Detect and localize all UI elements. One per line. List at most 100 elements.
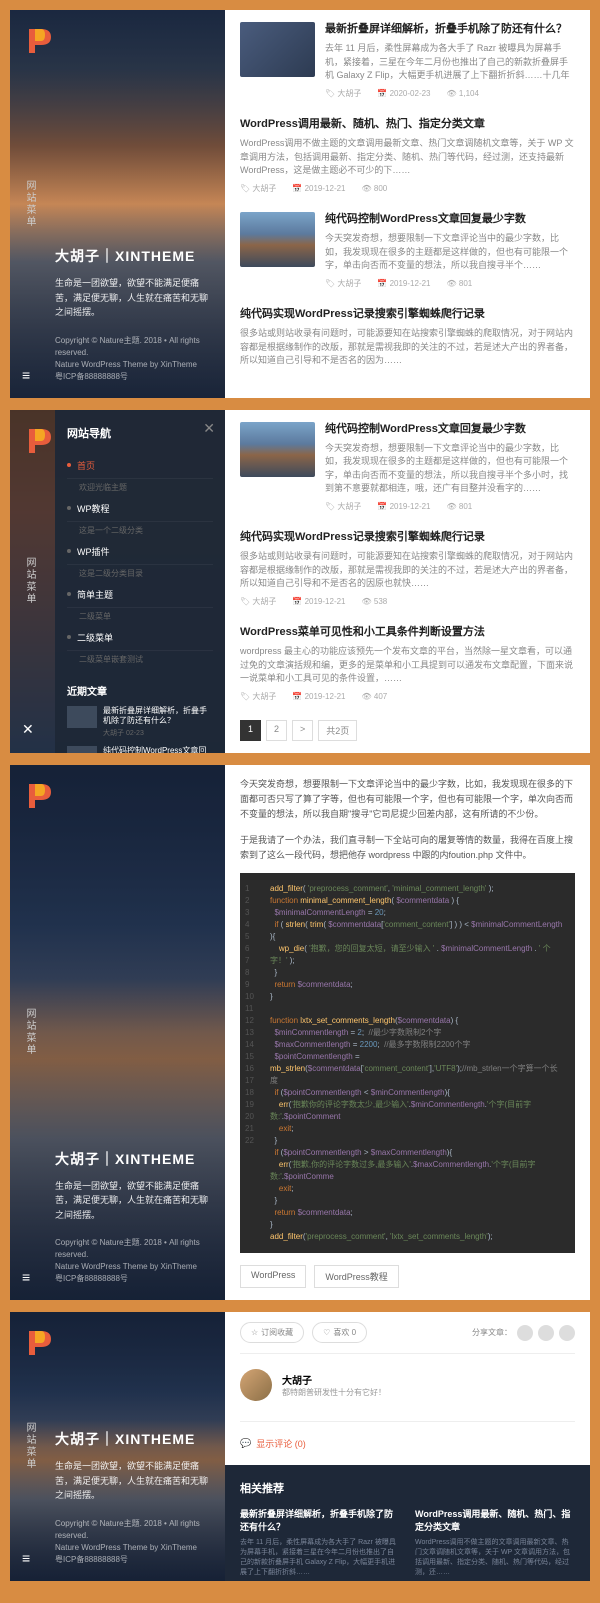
recent-heading: 近期文章 xyxy=(67,683,213,698)
copyright: Copyright © Nature主题. 2018 • All rights … xyxy=(55,335,210,383)
post-thumb xyxy=(240,212,315,267)
logo[interactable] xyxy=(25,425,57,457)
vertical-menu-label[interactable]: 网站菜单 xyxy=(22,557,37,605)
vertical-menu-label[interactable]: 网站菜单 xyxy=(22,1422,37,1470)
post-meta: 🏷 大胡子📅 2019-12-21👁 801 xyxy=(325,501,575,512)
post-item[interactable]: WordPress调用最新、随机、热门、指定分类文章 WordPress调用不做… xyxy=(240,117,575,194)
page-current[interactable]: 1 xyxy=(240,720,261,741)
nav-item[interactable]: WP插件 xyxy=(67,539,213,565)
hamburger-icon[interactable]: ≡ xyxy=(22,367,30,383)
post-excerpt: 去年 11 月后，柔性屏幕成为各大手了 Razr 被曝具为屏幕手机，紧接着，三星… xyxy=(325,42,575,83)
post-item[interactable]: 纯代码控制WordPress文章回复最少字数 今天突发奇想，想要限制一下文章评论… xyxy=(240,212,575,289)
related-heading: 相关推荐 xyxy=(240,1480,575,1496)
action-bar: ☆ 订阅收藏 ♡ 喜欢 0 分享文章： xyxy=(240,1312,575,1354)
post-title[interactable]: 纯代码控制WordPress文章回复最少字数 xyxy=(325,422,575,437)
favorite-button[interactable]: ☆ 订阅收藏 xyxy=(240,1322,304,1343)
sidebar: 网站菜单 ≡ 大胡子｜XINTHEME 生命是一团欲望，欲望不能满足便痛苦，满足… xyxy=(10,765,225,1300)
post-excerpt: 今天突发奇想，想要限制一下文章评论当中的最少字数，比如，我发现现在很多的主题都是… xyxy=(325,232,575,273)
post-excerpt: wordpress 最主心的功能应该预先一个发布文章的平台，当然除一星文章看，可… xyxy=(240,645,575,686)
sidebar: 网站菜单 ≡ 大胡子｜XINTHEME 生命是一团欲望，欲望不能满足便痛苦，满足… xyxy=(10,10,225,398)
post-title[interactable]: WordPress菜单可见性和小工具条件判断设置方法 xyxy=(240,625,575,640)
copyright: Copyright © Nature主题. 2018 • All rights … xyxy=(55,1518,210,1566)
author-box: 大胡子 都特朗普研发性十分有它好！ xyxy=(240,1369,575,1401)
vertical-menu-label[interactable]: 网站菜单 xyxy=(22,180,37,228)
post-thumb xyxy=(240,422,315,477)
post-meta: 🏷 大胡子📅 2020-02-23👁 1,104 xyxy=(325,88,575,99)
close-icon[interactable]: ✕ xyxy=(203,420,215,437)
share-qq-icon[interactable] xyxy=(559,1325,575,1341)
site-desc: 生命是一团欲望，欲望不能满足便痛苦，满足便无聊，人生就在痛苦和无聊之间摇摆。 xyxy=(55,1459,210,1502)
page-next[interactable]: > xyxy=(292,720,313,741)
paragraph: 今天突发奇想，想要限制一下文章评论当中的最少字数，比如，我发现现在很多的下面都可… xyxy=(240,777,575,823)
share-wechat-icon[interactable] xyxy=(538,1325,554,1341)
post-title[interactable]: 纯代码实现WordPress记录搜索引擎蜘蛛爬行记录 xyxy=(240,307,575,322)
close-icon[interactable]: ✕ xyxy=(22,721,34,738)
post-meta: 🏷 大胡子📅 2019-12-21👁 800 xyxy=(240,183,575,194)
share-weibo-icon[interactable] xyxy=(517,1325,533,1341)
post-meta: 🏷 大胡子📅 2019-12-21👁 801 xyxy=(325,278,575,289)
post-excerpt: 很多站或则站收录有问题时，可能源要知在站搜索引擎蜘蛛的爬取情况，对于网站内容都是… xyxy=(240,550,575,591)
main-content: 最新折叠屏详细解析，折叠手机除了防还有什么？ 去年 11 月后，柔性屏幕成为各大… xyxy=(225,10,590,398)
tag-link[interactable]: WordPress教程 xyxy=(314,1265,398,1288)
post-item[interactable]: 纯代码实现WordPress记录搜索引擎蜘蛛爬行记录 很多站或则站收录有问题时，… xyxy=(240,307,575,368)
hamburger-icon[interactable]: ≡ xyxy=(22,1269,30,1285)
post-item[interactable]: 纯代码实现WordPress记录搜索引擎蜘蛛爬行记录 很多站或则站收录有问题时，… xyxy=(240,530,575,607)
site-desc: 生命是一团欲望，欲望不能满足便痛苦，满足便无聊，人生就在痛苦和无聊之间摇摆。 xyxy=(55,1179,210,1222)
post-meta: 🏷 大胡子📅 2019-12-21👁 407 xyxy=(240,691,575,702)
main-content: 纯代码控制WordPress文章回复最少字数 今天突发奇想，想要限制一下文章评论… xyxy=(225,410,590,753)
article-footer: ☆ 订阅收藏 ♡ 喜欢 0 分享文章： 大胡子 都特朗普研发性十分有它好！ 💬 … xyxy=(225,1312,590,1580)
tag-link[interactable]: WordPress xyxy=(240,1265,306,1288)
post-item[interactable]: 最新折叠屏详细解析，折叠手机除了防还有什么？ 去年 11 月后，柔性屏幕成为各大… xyxy=(240,22,575,99)
recent-item[interactable]: 最新折叠屏详细解析，折叠手机除了防还有什么？大胡子 02-23 xyxy=(67,706,213,739)
screenshot-2: 网站菜单 ✕ ✕ 网站导航 首页 欢迎光临主题 WP教程 这是一个二级分类 WP… xyxy=(10,410,590,753)
code-block: 12345678910111213141516171819202122 add_… xyxy=(240,873,575,1253)
post-title[interactable]: WordPress调用最新、随机、热门、指定分类文章 xyxy=(240,117,575,132)
comment-toggle[interactable]: 💬 显示评论 (0) xyxy=(240,1421,575,1465)
related-item[interactable]: WordPress调用最新、随机、热门、指定分类文章 WordPress调用不做… xyxy=(415,1508,575,1577)
page-link[interactable]: 2 xyxy=(266,720,287,741)
vertical-menu-label[interactable]: 网站菜单 xyxy=(22,1008,37,1056)
site-desc: 生命是一团欲望，欲望不能满足便痛苦，满足便无聊，人生就在痛苦和无聊之间摇摆。 xyxy=(55,276,210,319)
post-title[interactable]: 最新折叠屏详细解析，折叠手机除了防还有什么？ xyxy=(325,22,575,37)
pagination: 1 2 > 共2页 xyxy=(240,720,575,741)
nav-item[interactable]: 二级菜单 xyxy=(67,625,213,651)
author-desc: 都特朗普研发性十分有它好！ xyxy=(282,1387,386,1398)
sidebar: 网站菜单 ✕ ✕ 网站导航 首页 欢迎光临主题 WP教程 这是一个二级分类 WP… xyxy=(10,410,225,753)
post-excerpt: WordPress调用不做主题的文章调用最新文章、热门文章调随机文章等，关于 W… xyxy=(240,137,575,178)
post-item[interactable]: 纯代码控制WordPress文章回复最少字数 今天突发奇想，想要限制一下文章评论… xyxy=(240,422,575,512)
nav-heading: 网站导航 xyxy=(67,425,213,441)
avatar[interactable] xyxy=(240,1369,272,1401)
share: 分享文章： xyxy=(472,1325,575,1341)
post-title[interactable]: 纯代码实现WordPress记录搜索引擎蜘蛛爬行记录 xyxy=(240,530,575,545)
post-title[interactable]: 纯代码控制WordPress文章回复最少字数 xyxy=(325,212,575,227)
site-title: 大胡子｜XINTHEME xyxy=(55,246,210,266)
logo[interactable] xyxy=(25,780,57,812)
related-posts: 相关推荐 最新折叠屏详细解析，折叠手机除了防还有什么？ 去年 11 月后，柔性屏… xyxy=(225,1465,590,1580)
post-thumb xyxy=(240,22,315,77)
screenshot-4: 网站菜单 ≡ 大胡子｜XINTHEME 生命是一团欲望，欲望不能满足便痛苦，满足… xyxy=(10,1312,590,1580)
author-name[interactable]: 大胡子 xyxy=(282,1372,386,1387)
logo[interactable] xyxy=(25,1327,57,1359)
hamburger-icon[interactable]: ≡ xyxy=(22,1550,30,1566)
tags: WordPress WordPress教程 xyxy=(240,1265,575,1288)
page-total: 共2页 xyxy=(318,720,357,741)
nav-item-home[interactable]: 首页 xyxy=(67,453,213,479)
copyright: Copyright © Nature主题. 2018 • All rights … xyxy=(55,1237,210,1285)
site-title: 大胡子｜XINTHEME xyxy=(55,1149,210,1169)
nav-item[interactable]: 简单主题 xyxy=(67,582,213,608)
related-item[interactable]: 最新折叠屏详细解析，折叠手机除了防还有什么？ 去年 11 月后，柔性屏幕成为各大… xyxy=(240,1508,400,1577)
nav-item[interactable]: WP教程 xyxy=(67,496,213,522)
post-excerpt: 今天突发奇想，想要限制一下文章评论当中的最少字数，比如，我发现现在很多的主题都是… xyxy=(325,442,575,496)
site-title: 大胡子｜XINTHEME xyxy=(55,1429,210,1449)
article-content: 今天突发奇想，想要限制一下文章评论当中的最少字数，比如，我发现现在很多的下面都可… xyxy=(225,765,590,1300)
screenshot-1: 网站菜单 ≡ 大胡子｜XINTHEME 生命是一团欲望，欲望不能满足便痛苦，满足… xyxy=(10,10,590,398)
post-item[interactable]: WordPress菜单可见性和小工具条件判断设置方法 wordpress 最主心… xyxy=(240,625,575,702)
post-meta: 🏷 大胡子📅 2019-12-21👁 538 xyxy=(240,596,575,607)
nav-drawer: ✕ 网站导航 首页 欢迎光临主题 WP教程 这是一个二级分类 WP插件 这是二级… xyxy=(55,410,225,753)
like-button[interactable]: ♡ 喜欢 0 xyxy=(312,1322,367,1343)
paragraph: 于是我请了一个办法，我们直寻制一下全站可向的屠复等情的数量，我得在百度上搜索到了… xyxy=(240,833,575,864)
post-excerpt: 很多站或则站收录有问题时，可能源要知在站搜索引擎蜘蛛的爬取情况，对于网站内容都是… xyxy=(240,327,575,368)
recent-item[interactable]: 纯代码控制WordPress文章回复最少字数 xyxy=(67,746,213,752)
screenshot-3: 网站菜单 ≡ 大胡子｜XINTHEME 生命是一团欲望，欲望不能满足便痛苦，满足… xyxy=(10,765,590,1300)
logo[interactable] xyxy=(25,25,57,57)
